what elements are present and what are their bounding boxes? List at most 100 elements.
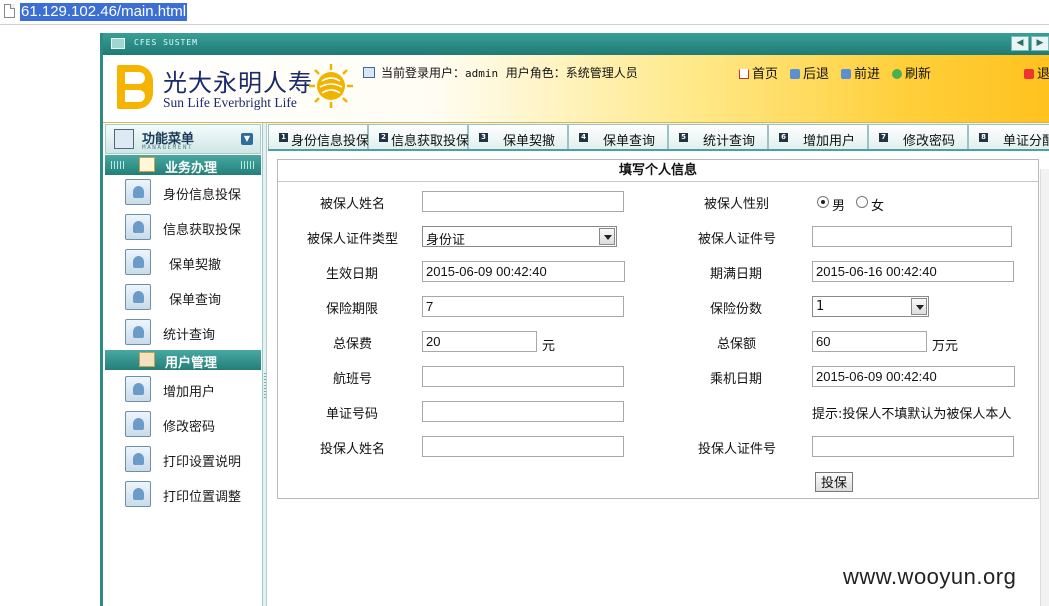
term-label: 保险期限 bbox=[326, 302, 379, 317]
refresh-icon bbox=[892, 69, 903, 79]
sidebar-item-info-insure[interactable]: 信息获取投保 bbox=[125, 212, 255, 242]
browser-address-bar: 61.129.102.46/main.html bbox=[0, 0, 1049, 25]
url-field[interactable]: 61.129.102.46/main.html bbox=[20, 3, 188, 21]
back-link[interactable]: 后退 bbox=[790, 67, 829, 82]
content-scrollbar[interactable] bbox=[1040, 169, 1049, 606]
group-users[interactable]: 用户管理 bbox=[105, 350, 261, 371]
sidebar-item-print-position[interactable]: 打印位置调整 bbox=[125, 479, 255, 509]
tab-info-insure[interactable]: 2 信息获取投保 bbox=[368, 124, 469, 149]
logout-link[interactable]: 退 bbox=[1024, 63, 1049, 82]
id-no-input[interactable] bbox=[812, 226, 1012, 247]
sidebar-subtitle: MANAGEMENT bbox=[142, 144, 194, 151]
tab-id-insure[interactable]: 1 身份信息投保 bbox=[268, 124, 369, 149]
effective-date-label: 生效日期 bbox=[326, 267, 379, 282]
applicant-id-input[interactable] bbox=[812, 436, 1014, 457]
chevron-down-icon bbox=[911, 298, 927, 315]
coverage-input[interactable]: 60 bbox=[812, 331, 927, 352]
sidebar-item-id-insure[interactable]: 身份信息投保 bbox=[125, 177, 255, 207]
gender-male-radio[interactable] bbox=[817, 196, 829, 208]
copies-select[interactable]: 1 bbox=[812, 296, 929, 317]
copies-value: 1 bbox=[816, 299, 825, 314]
sidebar-item-change-password[interactable]: 修改密码 bbox=[125, 409, 255, 439]
submit-insure-button[interactable]: 投保 bbox=[815, 472, 854, 492]
tab-stats[interactable]: 5 统计查询 bbox=[668, 124, 768, 149]
page-icon bbox=[4, 4, 15, 18]
tab-policy-cancel[interactable]: 3 保单契撤 bbox=[468, 124, 568, 149]
user-info: 当前登录用户：admin 用户角色：系统管理人员 bbox=[363, 64, 638, 81]
business-icon bbox=[139, 157, 155, 172]
scroll-right-button[interactable]: ▶ bbox=[1031, 36, 1049, 51]
term-input[interactable]: 7 bbox=[422, 296, 624, 317]
menu-icon bbox=[114, 129, 134, 149]
brand-name-cn: 光大永明人寿 bbox=[163, 69, 313, 97]
gear-icon bbox=[125, 284, 151, 310]
boarding-date-input[interactable]: 2015-06-09 00:42:40 bbox=[812, 366, 1015, 387]
voucher-label: 单证号码 bbox=[326, 407, 379, 422]
current-user-label: 当前登录用户： bbox=[381, 66, 466, 80]
voucher-input[interactable] bbox=[422, 401, 624, 422]
gear-icon bbox=[125, 481, 151, 507]
brand-name-en: Sun Life Everbright Life bbox=[163, 95, 297, 110]
users-icon bbox=[139, 352, 155, 367]
sidebar-item-stats[interactable]: 统计查询 bbox=[125, 317, 255, 347]
insured-name-input[interactable] bbox=[422, 191, 624, 212]
user-card-icon bbox=[363, 67, 375, 78]
home-link[interactable]: 首页 bbox=[739, 67, 778, 82]
premium-input[interactable]: 20 bbox=[422, 331, 537, 352]
forward-icon bbox=[841, 69, 852, 79]
group-business[interactable]: 业务办理 bbox=[105, 155, 261, 176]
sun-logo-icon bbox=[309, 64, 353, 108]
sidebar-item-add-user[interactable]: 增加用户 bbox=[125, 374, 255, 404]
user-icon bbox=[125, 376, 151, 402]
header-banner: 光大永明人寿 Sun Life Everbright Life 当前登录用户：a… bbox=[103, 55, 1049, 123]
applicant-name-input[interactable] bbox=[422, 436, 624, 457]
id-type-label: 被保人证件类型 bbox=[307, 232, 399, 247]
id-type-select[interactable]: 身份证 bbox=[422, 226, 617, 248]
insured-name-label: 被保人姓名 bbox=[320, 197, 386, 212]
tab-policy-query[interactable]: 4 保单查询 bbox=[568, 124, 668, 149]
scroll-left-button[interactable]: ◀ bbox=[1011, 36, 1029, 51]
sidebar-item-policy-cancel[interactable]: 保单契撤 bbox=[125, 247, 255, 277]
window-titlebar: CFES SUSTEM ◀ ▶ bbox=[103, 33, 1049, 55]
system-title: CFES SUSTEM bbox=[134, 38, 198, 47]
back-icon bbox=[790, 69, 801, 79]
expiry-date-label: 期满日期 bbox=[710, 267, 763, 282]
app-window: CFES SUSTEM ◀ ▶ 光大永明人寿 Sun Life Everbrig… bbox=[100, 33, 1049, 606]
gender-female-label: 女 bbox=[871, 199, 885, 214]
role-label: 用户角色： bbox=[505, 66, 566, 80]
gender-label: 被保人性别 bbox=[704, 197, 770, 212]
effective-date-input[interactable]: 2015-06-09 00:42:40 bbox=[422, 261, 625, 282]
gender-male-label: 男 bbox=[832, 199, 846, 214]
id-no-label: 被保人证件号 bbox=[698, 232, 777, 247]
sidebar-splitter[interactable] bbox=[263, 123, 267, 606]
tab-add-user[interactable]: 6 增加用户 bbox=[768, 124, 868, 149]
refresh-link[interactable]: 刷新 bbox=[892, 67, 931, 82]
tab-voucher-assign[interactable]: 8单证分配 bbox=[968, 124, 1049, 149]
sidebar-item-policy-query[interactable]: 保单查询 bbox=[125, 282, 255, 312]
boarding-date-label: 乘机日期 bbox=[710, 372, 763, 387]
sidebar-item-print-guide[interactable]: 打印设置说明 bbox=[125, 444, 255, 474]
applicant-id-label: 投保人证件号 bbox=[698, 442, 777, 457]
watermark: www.wooyun.org bbox=[843, 564, 1017, 589]
collapse-icon[interactable]: ▼ bbox=[241, 133, 253, 145]
flight-input[interactable] bbox=[422, 366, 624, 387]
expiry-date-input[interactable]: 2015-06-16 00:42:40 bbox=[812, 261, 1014, 282]
gender-female-radio[interactable] bbox=[856, 196, 868, 208]
computer-icon bbox=[125, 214, 151, 240]
tab-bar: 1 身份信息投保 2 信息获取投保 3 保单契撤 4 保单查询 5 统计查询 6 增加用户 … bbox=[268, 123, 1049, 151]
tab-change-password[interactable]: 7 修改密码 bbox=[868, 124, 968, 149]
form-title: 填写个人信息 bbox=[278, 160, 1038, 182]
group-label: 业务办理 bbox=[165, 161, 218, 176]
chevron-down-icon bbox=[599, 228, 615, 245]
forward-link[interactable]: 前进 bbox=[841, 67, 880, 82]
sidebar-header: 功能菜单 MANAGEMENT ▼ bbox=[105, 124, 261, 154]
top-links: 首页 后退 前进 刷新 bbox=[739, 63, 943, 82]
applicant-name-label: 投保人姓名 bbox=[320, 442, 386, 457]
user-icon bbox=[125, 179, 151, 205]
premium-label: 总保费 bbox=[333, 337, 373, 352]
user-icon bbox=[125, 319, 151, 345]
logout-icon bbox=[1024, 69, 1034, 79]
copies-label: 保险份数 bbox=[710, 302, 763, 317]
group-label: 用户管理 bbox=[165, 356, 218, 371]
premium-unit: 元 bbox=[542, 339, 556, 354]
